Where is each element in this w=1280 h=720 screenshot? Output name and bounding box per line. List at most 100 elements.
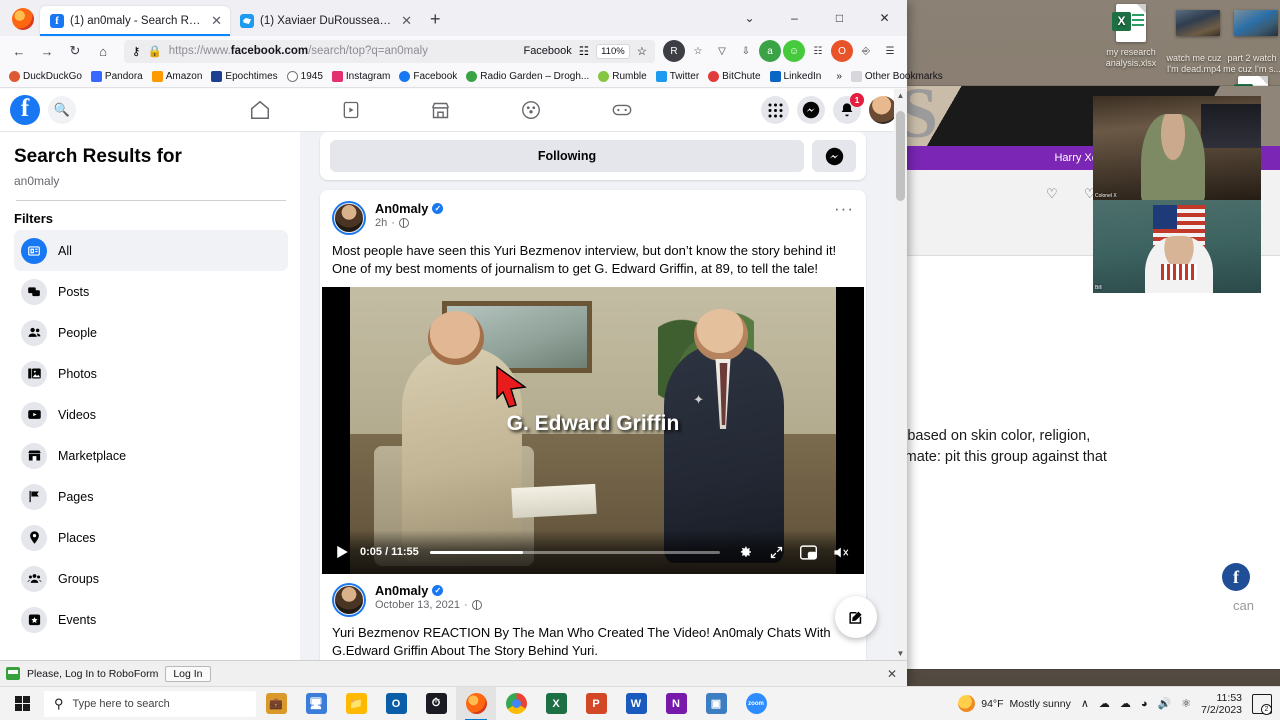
miniplayer-icon[interactable]: [800, 544, 817, 560]
sidebar-item-groups[interactable]: Groups: [14, 558, 288, 599]
sidebar-item-photos[interactable]: Photos: [14, 353, 288, 394]
sidebar-item-pages[interactable]: Pages: [14, 476, 288, 517]
sidebar-item-videos[interactable]: Videos: [14, 394, 288, 435]
bookmark-1945[interactable]: 1945: [283, 70, 327, 83]
following-button[interactable]: Following: [330, 140, 804, 172]
gaming-icon[interactable]: [599, 94, 645, 126]
taskbar-task-view[interactable]: 🖥: [296, 687, 336, 720]
bookmark-linkedin[interactable]: LinkedIn: [766, 70, 826, 83]
bookmark-radio-garden[interactable]: Radio Garden – Drogh...: [462, 70, 593, 83]
home-icon[interactable]: [237, 94, 283, 126]
onedrive-icon[interactable]: ☁: [1099, 697, 1110, 710]
attached-author-avatar[interactable]: [334, 585, 364, 615]
bookmark-facebook[interactable]: Facebook: [395, 70, 461, 83]
maximize-button[interactable]: □: [817, 11, 862, 25]
scroll-up-arrow-icon[interactable]: ▲: [894, 91, 907, 100]
forward-button[interactable]: →: [34, 39, 60, 63]
barcode-icon[interactable]: ☷: [579, 44, 589, 58]
sidebar-item-people[interactable]: People: [14, 312, 288, 353]
close-tab-icon[interactable]: ✕: [401, 13, 412, 29]
attached-author[interactable]: An0maly ✓: [375, 583, 482, 598]
video-progress-bar[interactable]: [429, 550, 720, 554]
close-window-button[interactable]: ✕: [862, 11, 907, 25]
bookmark-amazon[interactable]: Amazon: [148, 70, 207, 83]
desktop-icon-video-1[interactable]: watch me cuz I'm dead.mp4: [1163, 4, 1225, 75]
messenger-icon[interactable]: [797, 96, 825, 124]
taskbar-word[interactable]: W: [616, 687, 656, 720]
barcode-extension-icon[interactable]: ☷: [807, 40, 829, 62]
sidebar-item-places[interactable]: Places: [14, 517, 288, 558]
taskbar-excel[interactable]: X: [536, 687, 576, 720]
gear-icon[interactable]: [737, 544, 753, 560]
marketplace-icon[interactable]: [418, 94, 464, 126]
taskbar-chrome[interactable]: [496, 687, 536, 720]
groups-icon[interactable]: [508, 94, 554, 126]
notification-center-icon[interactable]: 2: [1252, 693, 1272, 715]
bookmark-star-icon[interactable]: ☆: [637, 44, 647, 58]
shield-icon[interactable]: ⚷: [132, 44, 140, 58]
taskbar-briefcase[interactable]: 💼: [256, 687, 296, 720]
wifi-icon[interactable]: ◕: [1141, 698, 1148, 710]
search-icon[interactable]: 🔍: [48, 96, 76, 124]
roboform-login-button[interactable]: Log In: [165, 665, 211, 682]
menu-grid-icon[interactable]: [761, 96, 789, 124]
tab-list-dropdown-icon[interactable]: ⌄: [727, 11, 772, 25]
container-tabs-icon[interactable]: ⎆: [855, 40, 877, 62]
menu-icon[interactable]: ☰: [879, 40, 901, 62]
sidebar-item-all[interactable]: All: [14, 230, 288, 271]
taskbar-speedtest[interactable]: ⏱: [416, 687, 456, 720]
reload-button[interactable]: ↻: [62, 39, 88, 63]
minimize-button[interactable]: –: [772, 11, 817, 25]
attached-date[interactable]: October 13, 2021: [375, 599, 460, 611]
new-tab-button[interactable]: +: [430, 9, 441, 30]
bookmark-rumble[interactable]: Rumble: [594, 70, 650, 83]
start-button[interactable]: [0, 687, 44, 720]
taskbar-zoom[interactable]: zoom: [736, 687, 776, 720]
volume-icon[interactable]: 🔊: [1158, 697, 1172, 710]
facebook-logo[interactable]: f: [10, 95, 40, 125]
onedrive-alt-icon[interactable]: ☁: [1120, 697, 1131, 710]
bookmark-pandora[interactable]: Pandora: [87, 70, 147, 83]
desktop-icon-video-2[interactable]: part 2 watch me cuz I'm s...: [1221, 4, 1280, 75]
downloads-icon[interactable]: ⇩: [735, 40, 757, 62]
scroll-down-arrow-icon[interactable]: ▼: [894, 649, 907, 658]
sidebar-item-events[interactable]: Events: [14, 599, 288, 640]
pocket-save-icon[interactable]: ☆: [687, 40, 709, 62]
bookmark-bitchute[interactable]: BitChute: [704, 70, 764, 83]
author-avatar[interactable]: [334, 203, 364, 233]
profile-avatar[interactable]: [869, 96, 897, 124]
bluetooth-icon[interactable]: ⚛: [1181, 697, 1191, 710]
bookmarks-overflow-icon[interactable]: »: [832, 70, 846, 83]
taskbar-movie-maker[interactable]: ▣: [696, 687, 736, 720]
tab-facebook[interactable]: f (1) an0maly - Search Results | F... ✕: [40, 6, 230, 36]
sidebar-item-posts[interactable]: Posts: [14, 271, 288, 312]
watch-icon[interactable]: [328, 94, 374, 126]
bookmark-instagram[interactable]: Instagram: [328, 70, 394, 83]
amazon-icon[interactable]: a: [759, 40, 781, 62]
pocket-icon[interactable]: ▽: [711, 40, 733, 62]
message-button[interactable]: [812, 140, 856, 172]
post-author[interactable]: An0maly ✓: [375, 201, 444, 216]
expand-icon[interactable]: [769, 545, 784, 560]
taskbar-powerpoint[interactable]: P: [576, 687, 616, 720]
robot-icon[interactable]: ☺: [783, 40, 805, 62]
post-timestamp[interactable]: 2h: [375, 217, 387, 229]
back-button[interactable]: ←: [6, 39, 32, 63]
muted-volume-icon[interactable]: [833, 545, 850, 560]
close-icon[interactable]: ✕: [887, 667, 901, 681]
scrollbar-thumb[interactable]: [896, 111, 905, 201]
opera-icon[interactable]: O: [831, 40, 853, 62]
clock[interactable]: 11:53 7/2/2023: [1201, 692, 1242, 716]
bookmark-duckduckgo[interactable]: DuckDuckGo: [5, 70, 86, 83]
bookmark-twitter[interactable]: Twitter: [652, 70, 703, 83]
close-tab-icon[interactable]: ✕: [211, 13, 222, 29]
address-bar[interactable]: ⚷ 🔒 https://www.facebook.com/search/top?…: [124, 39, 655, 63]
other-bookmarks-folder[interactable]: Other Bookmarks: [847, 70, 947, 83]
tab-twitter[interactable]: (1) Xaviaer DuRousseau on Twit... ✕: [230, 6, 420, 36]
taskbar-outlook[interactable]: O: [376, 687, 416, 720]
desktop-icon-xlsx[interactable]: X my research analysis.xlsx: [1100, 4, 1162, 69]
post-menu-button[interactable]: ···: [834, 199, 854, 219]
weather-widget[interactable]: 94°F Mostly sunny: [958, 695, 1071, 712]
sidebar-item-marketplace[interactable]: Marketplace: [14, 435, 288, 476]
show-hidden-icons-chevron[interactable]: ∧: [1081, 697, 1089, 710]
